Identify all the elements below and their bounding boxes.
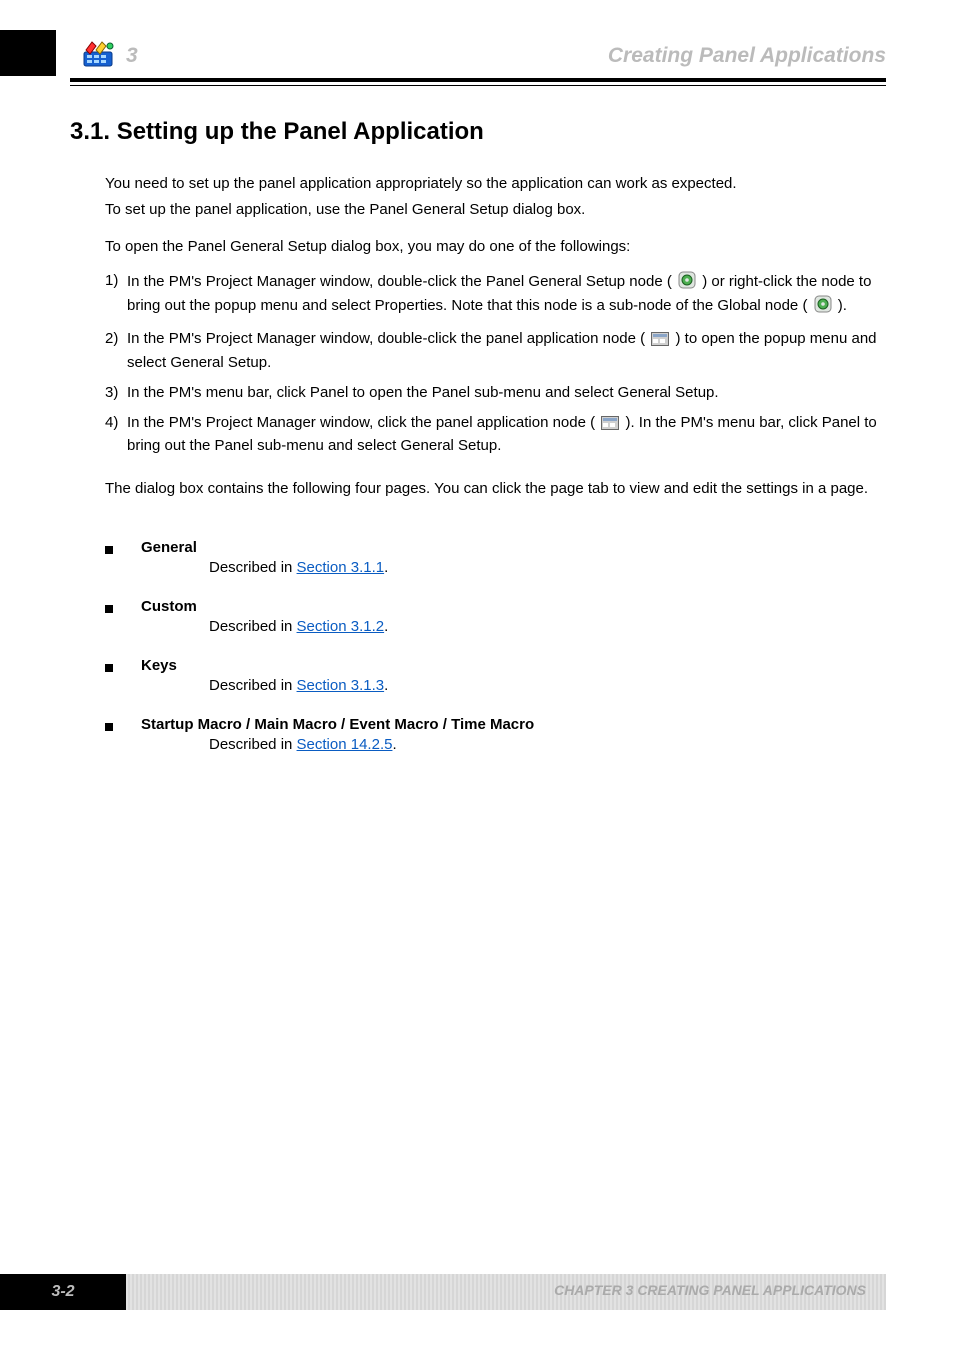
page-name: Startup Macro / Main Macro / Event Macro… <box>141 716 534 733</box>
intro-block: You need to set up the panel application… <box>70 174 886 499</box>
bullet-square-icon <box>105 546 113 554</box>
page-item-general: General Described in Section 3.1.1. <box>105 539 886 576</box>
intro-line-2: To set up the panel application, use the… <box>105 200 886 220</box>
chapter-number: 3 <box>126 44 138 68</box>
page-desc-suffix: . <box>384 559 388 576</box>
bullet-square-icon <box>105 723 113 731</box>
dialog-pages-lead: The dialog box contains the following fo… <box>105 479 886 499</box>
methods-lead: To open the Panel General Setup dialog b… <box>105 237 886 257</box>
page-desc-prefix: Described in <box>209 618 297 635</box>
gear-green-icon <box>678 271 696 295</box>
page-item-macros: Startup Macro / Main Macro / Event Macro… <box>105 716 886 753</box>
page-header: 3 Creating Panel Applications <box>0 0 954 86</box>
methods-list: 1) In the PM's Project Manager window, d… <box>105 271 886 457</box>
method-text: In the PM's menu bar, click Panel to ope… <box>127 384 719 401</box>
method-item-3: 3) In the PM's menu bar, click Panel to … <box>105 383 886 403</box>
page-desc-suffix: . <box>392 736 396 753</box>
method-number: 1) <box>105 271 118 291</box>
footer-page-ref: 3-2 <box>51 1283 74 1301</box>
page-name: Keys <box>141 657 177 674</box>
gear-green-icon <box>814 295 832 319</box>
intro-line-1: You need to set up the panel application… <box>105 174 886 194</box>
section-heading: 3.1. Setting up the Panel Application <box>70 118 886 146</box>
footer-page-ref-box: 3-2 <box>0 1274 126 1310</box>
panel-gray-icon <box>651 332 669 352</box>
section-link[interactable]: Section 3.1.2 <box>297 618 385 635</box>
panel-gray-icon <box>601 416 619 436</box>
page-item-custom: Custom Described in Section 3.1.2. <box>105 598 886 635</box>
header-rule-thin <box>70 85 886 86</box>
section-link[interactable]: Section 14.2.5 <box>297 736 393 753</box>
page-footer: 3-2 CHAPTER 3 CREATING PANEL APPLICATION… <box>0 1274 954 1310</box>
page-edge-tab <box>0 30 56 76</box>
footer-product: CHAPTER 3 CREATING PANEL APPLICATIONS <box>554 1282 866 1298</box>
section-link[interactable]: Section 3.1.1 <box>297 559 385 576</box>
method-item-1: 1) In the PM's Project Manager window, d… <box>105 271 886 320</box>
method-text: In the PM's Project Manager window, doub… <box>127 273 672 290</box>
page-desc-prefix: Described in <box>209 677 297 694</box>
dialog-pages-list: General Described in Section 3.1.1. Cust… <box>105 539 886 753</box>
method-item-2: 2) In the PM's Project Manager window, d… <box>105 329 886 373</box>
method-item-4: 4) In the PM's Project Manager window, c… <box>105 413 886 457</box>
method-number: 4) <box>105 413 118 433</box>
page-name: General <box>141 539 197 556</box>
method-number: 2) <box>105 329 118 349</box>
section-title-text: Setting up the Panel Application <box>117 118 484 145</box>
method-text: In the PM's Project Manager window, clic… <box>127 414 595 431</box>
chapter-title: Creating Panel Applications <box>608 44 886 68</box>
page-desc-prefix: Described in <box>209 559 297 576</box>
page-body: 3.1. Setting up the Panel Application Yo… <box>70 118 886 775</box>
page-name: Custom <box>141 598 197 615</box>
method-text: ). <box>838 297 847 314</box>
method-text: In the PM's Project Manager window, doub… <box>127 330 645 347</box>
section-number: 3.1. <box>70 118 110 145</box>
bullet-square-icon <box>105 664 113 672</box>
section-link[interactable]: Section 3.1.3 <box>297 677 385 694</box>
header-rule-thick <box>70 78 886 82</box>
bullet-square-icon <box>105 605 113 613</box>
document-page: 3 Creating Panel Applications 3.1. Setti… <box>0 0 954 1350</box>
method-number: 3) <box>105 383 118 403</box>
app-icon <box>82 40 116 73</box>
page-item-keys: Keys Described in Section 3.1.3. <box>105 657 886 694</box>
page-desc-suffix: . <box>384 618 388 635</box>
page-desc-prefix: Described in <box>209 736 297 753</box>
page-desc-suffix: . <box>384 677 388 694</box>
